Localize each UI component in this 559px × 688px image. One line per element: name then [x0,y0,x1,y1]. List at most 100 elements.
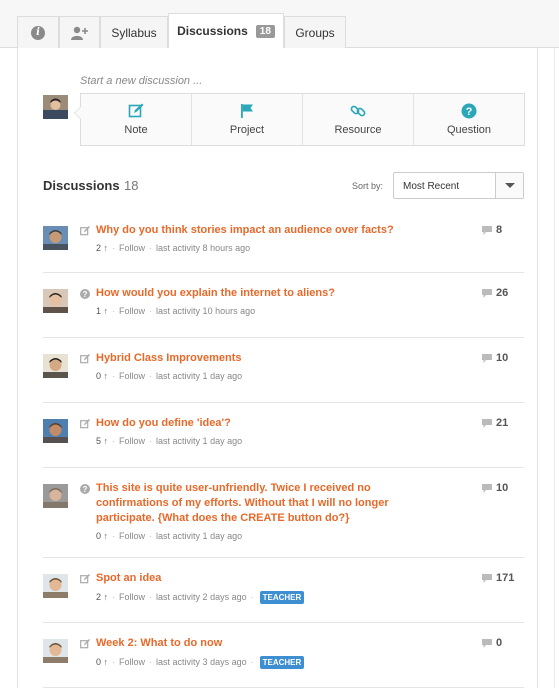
author-avatar[interactable] [43,484,68,508]
svg-text:?: ? [466,106,473,118]
reply-count: 26 [482,287,508,299]
author-avatar[interactable] [43,419,68,443]
tab-bar: i Syllabus Discussions 18 Groups [0,0,559,49]
new-question-label: Question [446,124,492,136]
reply-count: 0 [482,637,502,649]
discussion-meta: 5 ↑ · Follow · last activity 1 day ago [96,436,243,446]
tab-info[interactable]: i [17,16,59,49]
tab-discussions[interactable]: Discussions 18 [168,13,284,49]
comment-icon [482,573,492,583]
last-activity: last activity 1 day ago [156,531,243,541]
question-icon: ? [461,103,477,119]
reply-count-value: 171 [496,572,515,584]
comment-icon [482,638,492,648]
new-resource-button[interactable]: Resource [303,94,414,145]
upvote-arrow-icon[interactable]: ↑ [101,592,109,602]
discussions-heading: Discussions [43,178,120,193]
discussion-title[interactable]: Why do you think stories impact an audie… [96,223,426,238]
reply-count-value: 10 [496,352,509,364]
pencil-icon [80,354,90,364]
teacher-badge: TEACHER [259,656,305,669]
reply-count: 21 [482,417,508,429]
discussions-count-badge: 18 [255,24,275,38]
discussions-count: 18 [124,178,139,193]
reply-count-value: 21 [496,417,509,429]
info-icon: i [31,25,45,40]
upvote-arrow-icon[interactable]: ↑ [101,306,109,316]
tab-groups[interactable]: Groups [284,16,346,49]
discussion-title[interactable]: This site is quite user-unfriendly. Twic… [96,481,426,526]
discussion-type-picker: Note Project Resource ? Question [74,93,525,146]
pencil-icon [80,639,90,649]
svg-text:?: ? [83,485,88,494]
discussion-row[interactable]: ? How would you explain the internet to a… [43,273,524,338]
discussion-title[interactable]: Hybrid Class Improvements [96,351,426,366]
question-icon: ? [80,289,90,299]
comment-icon [482,288,492,298]
reply-count-value: 0 [496,637,503,649]
reply-count-value: 8 [496,224,503,236]
discussion-meta: 1 ↑ · Follow · last activity 10 hours ago [96,306,256,316]
new-question-button[interactable]: ? Question [414,94,524,145]
link-icon [350,105,366,117]
last-activity: last activity 10 hours ago [156,306,256,316]
discussion-title[interactable]: Spot an idea [96,571,426,586]
user-add-icon [70,26,88,40]
flag-icon [241,104,253,118]
question-icon: ? [80,484,90,494]
discussion-meta: 0 ↑ · Follow · last activity 1 day ago [96,371,243,381]
follow-link[interactable]: Follow [119,306,145,316]
follow-link[interactable]: Follow [119,436,145,446]
chevron-down-icon[interactable] [495,173,523,198]
sort-select[interactable]: Most Recent [393,172,524,199]
discussion-row[interactable]: Why do you think stories impact an audie… [43,210,524,273]
discussion-row[interactable]: Hybrid Class Improvements 0 ↑ · Follow · last… [43,338,524,403]
new-note-button[interactable]: Note [81,94,192,145]
author-avatar[interactable] [43,574,68,598]
author-avatar[interactable] [43,639,68,663]
pencil-icon [80,574,90,584]
reply-count: 10 [482,352,508,364]
discussion-title[interactable]: Week 2: What to do now [96,636,426,651]
discussion-meta: 0 ↑ · Follow · last activity 3 days ago · TEAC… [96,656,305,669]
comment-icon [482,483,492,493]
discussion-row[interactable]: ? This site is quite user-unfriendly. Twi… [43,468,524,558]
follow-link[interactable]: Follow [119,657,145,667]
follow-link[interactable]: Follow [119,592,145,602]
discussion-row[interactable]: How do you define 'idea'? 5 ↑ · Follow · last… [43,403,524,468]
discussion-row[interactable]: Week 2: What to do now 0 ↑ · Follow · last ac… [43,623,524,688]
pencil-icon [80,226,90,236]
course-discussions-page: i Syllabus Discussions 18 Groups Start a… [0,0,559,688]
author-avatar[interactable] [43,354,68,378]
upvote-arrow-icon[interactable]: ↑ [101,243,109,253]
tab-syllabus[interactable]: Syllabus [100,16,168,49]
upvote-arrow-icon[interactable]: ↑ [101,371,109,381]
last-activity: last activity 1 day ago [156,436,243,446]
discussion-row[interactable]: Spot an idea 2 ↑ · Follow · last activity 2 d… [43,558,524,623]
sort-label: Sort by: [352,181,384,191]
follow-link[interactable]: Follow [119,371,145,381]
upvote-arrow-icon[interactable]: ↑ [101,436,109,446]
author-avatar[interactable] [43,226,68,250]
upvote-arrow-icon[interactable]: ↑ [101,531,109,541]
discussion-title[interactable]: How do you define 'idea'? [96,416,426,431]
last-activity: last activity 2 days ago [156,592,247,602]
reply-count-value: 10 [496,482,509,494]
last-activity: last activity 1 day ago [156,371,243,381]
follow-link[interactable]: Follow [119,243,145,253]
tab-people[interactable] [59,16,100,49]
discussion-title[interactable]: How would you explain the internet to al… [96,286,426,301]
right-divider [554,48,555,688]
follow-link[interactable]: Follow [119,531,145,541]
new-project-button[interactable]: Project [192,94,303,145]
author-avatar[interactable] [43,289,68,313]
comment-icon [482,353,492,363]
svg-text:?: ? [83,290,88,299]
reply-count: 8 [482,224,502,236]
last-activity: last activity 8 hours ago [156,243,251,253]
new-project-label: Project [229,124,265,136]
upvote-arrow-icon[interactable]: ↑ [101,657,109,667]
composer-caret [74,106,81,120]
tab-groups-label: Groups [295,25,335,40]
current-user-avatar [43,95,68,119]
